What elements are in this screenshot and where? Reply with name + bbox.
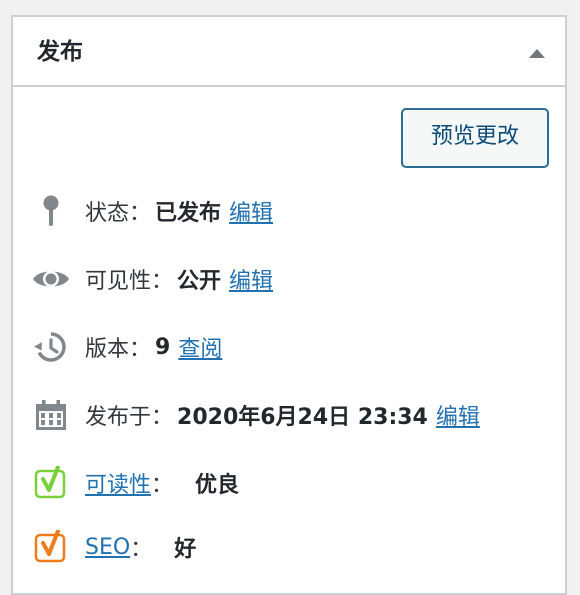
eye-icon (29, 259, 73, 299)
visibility-label: 可见性： (85, 269, 174, 294)
published-on-date: 2020年6月24日 23:34 (177, 405, 428, 430)
preview-changes-button[interactable]: 预览更改 (401, 108, 549, 168)
seo-score: 好 (174, 537, 197, 562)
calendar-icon (29, 395, 73, 435)
triangle-up-icon (529, 49, 545, 58)
edit-visibility-link[interactable]: 编辑 (229, 263, 273, 295)
status-value: 已发布 (155, 201, 222, 226)
visibility-value: 公开 (177, 269, 222, 294)
seo-row: SEO ： 好 (29, 527, 196, 567)
panel-header: 发布 (13, 17, 565, 87)
readability-row: 可读性 ： 优良 (29, 463, 239, 503)
readability-score: 优良 (195, 473, 240, 498)
seo-separator: ： (130, 537, 153, 562)
readability-link[interactable]: 可读性 (85, 467, 151, 499)
edit-status-link[interactable]: 编辑 (229, 195, 273, 227)
revisions-count: 9 (155, 334, 171, 360)
browse-revisions-link[interactable]: 查阅 (178, 331, 222, 363)
pin-icon (29, 191, 73, 231)
seo-link[interactable]: SEO (85, 535, 130, 560)
yoast-readability-icon (29, 463, 73, 503)
visibility-row: 可见性： 公开 编辑 (29, 259, 273, 299)
status-label: 状态： (85, 201, 152, 226)
readability-separator: ： (151, 473, 174, 498)
toggle-panel-button[interactable] (521, 40, 553, 66)
published-on-label: 发布于： (85, 405, 174, 430)
revisions-label: 版本： (85, 337, 152, 362)
revisions-row: 版本： 9 查阅 (29, 327, 222, 367)
status-row: 状态： 已发布 编辑 (29, 191, 273, 231)
published-on-row: 发布于： 2020年6月24日 23:34 编辑 (29, 395, 480, 435)
history-icon (29, 327, 73, 367)
yoast-seo-icon (29, 527, 73, 567)
publish-panel: 发布 预览更改 状态： 已发布 编辑 可见性： 公开 编辑 版本： 9 查阅 发… (11, 15, 567, 595)
edit-date-link[interactable]: 编辑 (436, 399, 480, 431)
panel-title: 发布 (37, 39, 83, 65)
